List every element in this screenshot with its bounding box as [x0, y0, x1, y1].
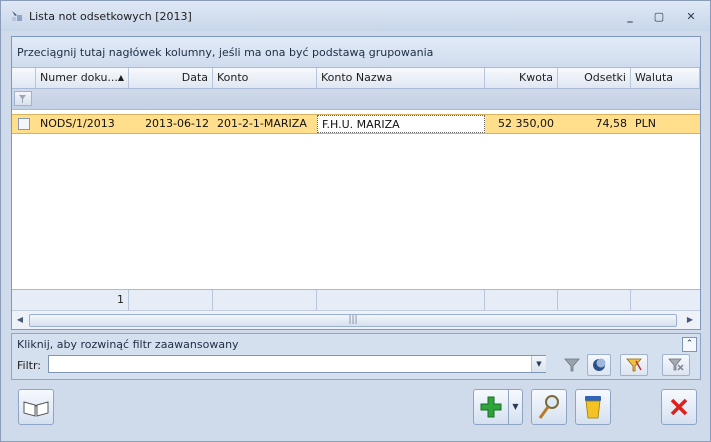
- column-header-numer[interactable]: Numer doku... ▲: [36, 68, 129, 89]
- pin-icon: [19, 95, 26, 103]
- toggle-filter-mode-button[interactable]: [587, 354, 611, 376]
- expand-filter-button[interactable]: ⌃: [682, 337, 697, 352]
- apply-filter-button[interactable]: [558, 354, 586, 376]
- delete-button[interactable]: [575, 389, 611, 425]
- advanced-filter-link[interactable]: Kliknij, aby rozwinąć filtr zaawansowany: [17, 338, 239, 351]
- column-header-waluta[interactable]: Waluta: [631, 68, 700, 89]
- close-icon: ✕: [686, 9, 696, 23]
- column-label-numer: Numer doku...: [40, 71, 118, 84]
- window-title: Lista not odsetkowych [2013]: [29, 10, 192, 23]
- close-window-button[interactable]: ✕: [680, 7, 702, 25]
- red-x-icon: [670, 398, 688, 416]
- book-icon: [23, 401, 49, 417]
- double-chevron-up-icon: ⌃: [685, 339, 694, 349]
- column-header-konto[interactable]: Konto: [213, 68, 317, 89]
- chevron-down-icon: ▼: [512, 402, 519, 411]
- cell-konto-nazwa: F.H.U. MARIZA: [317, 115, 485, 133]
- column-label-kwota: Kwota: [519, 71, 553, 84]
- footer-cell-odsetki: [558, 290, 631, 310]
- title-bar: Lista not odsetkowych [2013] _ ▢ ✕: [1, 1, 710, 31]
- filter-label: Filtr:: [17, 359, 41, 372]
- row-checkbox[interactable]: [18, 118, 30, 130]
- cell-numer: NODS/1/2013: [40, 117, 115, 130]
- group-hint: Przeciągnij tutaj nagłówek kolumny, jeśl…: [17, 46, 434, 59]
- restore-button[interactable]: ▢: [648, 7, 670, 25]
- cell-konto: 201-2-1-MARIZA: [217, 117, 307, 130]
- app-icon: [12, 11, 22, 21]
- funnel-wand-icon: [626, 358, 642, 372]
- record-count: 1: [12, 290, 129, 310]
- horizontal-scrollbar[interactable]: ◀ ||| ▶: [12, 310, 700, 329]
- column-header-data[interactable]: Data: [129, 68, 213, 89]
- scroll-left-icon[interactable]: ◀: [14, 314, 26, 326]
- column-header-kwota[interactable]: Kwota: [485, 68, 558, 89]
- scroll-thumb[interactable]: |||: [29, 314, 677, 327]
- clear-column-filter-button[interactable]: [14, 91, 32, 106]
- notes-grid: Przeciągnij tutaj nagłówek kolumny, jeśl…: [11, 36, 701, 330]
- cell-data: 2013-06-12: [145, 117, 209, 130]
- plus-icon: [480, 396, 502, 418]
- column-label-konto: Konto: [217, 71, 249, 84]
- chevron-down-icon: ▼: [536, 360, 542, 368]
- filter-input[interactable]: [48, 355, 546, 373]
- footer-cell-konto-nazwa: [317, 290, 485, 310]
- clear-filter-button[interactable]: [662, 354, 690, 376]
- funnel-icon: [564, 358, 580, 372]
- footer-cell-konto: [213, 290, 317, 310]
- preview-button[interactable]: [531, 389, 567, 425]
- group-by-area[interactable]: Przeciągnij tutaj nagłówek kolumny, jeśl…: [12, 37, 700, 68]
- column-header-odsetki[interactable]: Odsetki: [558, 68, 631, 89]
- filter-dropdown-button[interactable]: ▼: [531, 356, 546, 372]
- footer-cell-data: [129, 290, 213, 310]
- column-label-waluta: Waluta: [635, 71, 673, 84]
- magnifier-icon: [538, 395, 559, 419]
- content-area: Przeciągnij tutaj nagłówek kolumny, jeśl…: [9, 34, 701, 436]
- funnel-clear-icon: [668, 358, 684, 371]
- cancel-button[interactable]: [661, 389, 697, 425]
- column-filter-row: [12, 89, 700, 110]
- cell-kwota: 52 350,00: [498, 117, 554, 130]
- moon-toggle-icon: [593, 358, 606, 371]
- scroll-grip-icon: |||: [348, 315, 358, 325]
- column-label-odsetki: Odsetki: [584, 71, 626, 84]
- restore-icon: ▢: [653, 9, 665, 23]
- add-button[interactable]: [473, 389, 509, 425]
- filter-panel: Kliknij, aby rozwinąć filtr zaawansowany…: [11, 333, 701, 380]
- summary-footer: 1: [12, 289, 700, 310]
- cell-odsetki: 74,58: [595, 117, 628, 130]
- table-row[interactable]: NODS/1/2013 2013-06-12 201-2-1-MARIZA F.…: [12, 114, 700, 134]
- add-options-dropdown[interactable]: ▼: [509, 389, 523, 425]
- advanced-filter-button[interactable]: [620, 354, 648, 376]
- trash-icon: [585, 396, 601, 419]
- column-label-data: Data: [181, 71, 208, 84]
- minimize-button[interactable]: _: [619, 7, 641, 25]
- footer-cell-kwota: [485, 290, 558, 310]
- cell-waluta: PLN: [635, 117, 656, 130]
- select-column-header[interactable]: [12, 68, 36, 89]
- sort-asc-icon: ▲: [117, 73, 124, 82]
- scroll-right-icon[interactable]: ▶: [684, 314, 696, 326]
- notes-list-window: Lista not odsetkowych [2013] _ ▢ ✕ Przec…: [0, 0, 711, 442]
- column-header-konto-nazwa[interactable]: Konto Nazwa: [317, 68, 485, 89]
- open-document-button[interactable]: [18, 389, 54, 425]
- minimize-icon: _: [627, 9, 633, 23]
- column-label-konto-nazwa: Konto Nazwa: [321, 71, 393, 84]
